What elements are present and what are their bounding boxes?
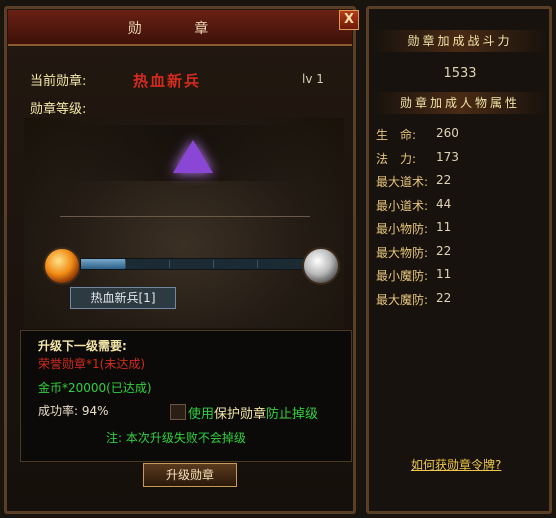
orange-orb-icon [43, 247, 81, 285]
honor-requirement: 荣誉勋章*1(未达成) [38, 357, 145, 371]
how-to-get-link[interactable]: 如何获勋章令牌? [411, 456, 501, 473]
medal-level: lv 1 [302, 72, 324, 86]
title-bar[interactable]: 勋 章 [8, 10, 352, 46]
attribute-row: 生 命: 260 [376, 126, 459, 143]
requirements-title: 升级下一级需要: [38, 339, 127, 353]
attribute-row: 最大道术: 22 [376, 173, 451, 190]
attr-title: 勋章加成人物属性 [372, 92, 548, 114]
attribute-value: 22 [436, 243, 452, 258]
gold-requirement: 金币*20000(已达成) [38, 381, 152, 395]
attribute-value: 22 [436, 173, 452, 187]
medal-triangle-icon [173, 140, 213, 173]
power-value: 1533 [443, 66, 477, 81]
attribute-row: 法 力: 173 [376, 150, 459, 167]
attribute-name: 最大道术: [376, 175, 429, 189]
attribute-name: 最大物防: [376, 245, 429, 260]
medal-tag: 热血新兵[1] [70, 287, 176, 309]
silver-orb-icon [302, 247, 340, 285]
divider-line [60, 216, 310, 217]
current-medal-name: 热血新兵 [133, 72, 202, 90]
upgrade-progress-bar [80, 258, 304, 270]
attribute-row: 最小物防: 11 [376, 220, 451, 237]
upgrade-note: 注: 本次升级失败不会掉级 [106, 431, 246, 445]
attribute-value: 22 [436, 290, 452, 305]
window-title: 勋 章 [127, 21, 233, 37]
protect-checkbox-label[interactable]: 使用保护勋章防止掉级 [188, 403, 318, 422]
progress-tick [213, 260, 214, 268]
protect-suffix: 防止掉级 [266, 407, 319, 422]
medal-level-label: 勋章等级: [30, 102, 87, 117]
attribute-name: 最小道术: [376, 198, 429, 213]
protect-prefix: 使用 [188, 407, 215, 422]
attribute-row: 最小魔防: 11 [376, 267, 451, 284]
attribute-name: 最小魔防: [376, 269, 429, 283]
attribute-row: 最小道术: 44 [376, 197, 451, 214]
attribute-value: 260 [436, 126, 459, 140]
progress-fill [81, 259, 126, 269]
current-medal-label: 当前勋章: [30, 74, 87, 89]
attribute-value: 11 [436, 267, 452, 281]
close-button[interactable]: X [339, 10, 359, 30]
progress-tick [169, 260, 170, 268]
attribute-row: 最大魔防: 22 [376, 291, 451, 308]
progress-tick [257, 260, 258, 268]
attribute-row: 最大物防: 22 [376, 244, 451, 261]
protect-checkbox[interactable] [170, 404, 186, 420]
attribute-name: 法 力: [376, 151, 417, 166]
attribute-value: 44 [436, 196, 452, 211]
protect-item: 保护勋章 [214, 407, 267, 422]
attribute-name: 最大魔防: [376, 292, 429, 307]
attribute-name: 最小物防: [376, 222, 429, 236]
success-rate: 成功率: 94% [38, 404, 109, 418]
attribute-name: 生 命: [376, 128, 417, 142]
attribute-value: 173 [436, 149, 459, 164]
power-title: 勋章加成战斗力 [372, 30, 548, 52]
progress-tick [125, 260, 126, 268]
attribute-value: 11 [436, 220, 452, 234]
upgrade-button[interactable]: 升级勋章 [143, 463, 237, 487]
